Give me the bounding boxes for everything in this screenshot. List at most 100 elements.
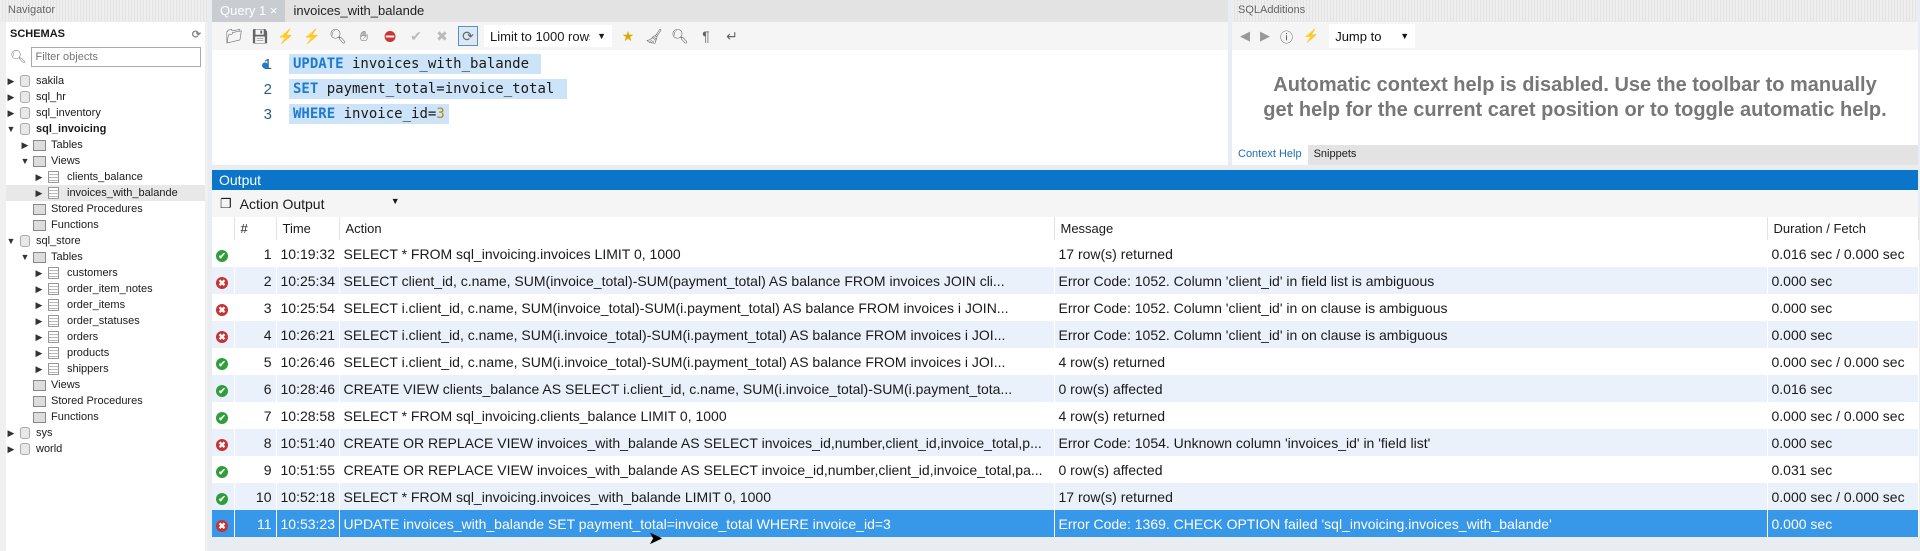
- table-row[interactable]: ✔ 1 10:19:32 SELECT * FROM sql_invoicing.in…: [212, 240, 1919, 267]
- table-row[interactable]: ✖ 3 10:25:54 SELECT i.client_id, c.name, SU…: [212, 294, 1919, 321]
- tree-item[interactable]: ▶ sakila: [6, 73, 205, 89]
- commit-icon[interactable]: ✔: [406, 26, 426, 46]
- output-mode-select[interactable]: Action Output ▼: [240, 196, 400, 212]
- collapsed-arrow-icon[interactable]: ▶: [6, 108, 16, 119]
- tree-item[interactable]: Functions: [6, 217, 205, 233]
- copy-icon[interactable]: ❐: [220, 196, 232, 212]
- find-icon[interactable]: 🔍︎: [670, 26, 690, 46]
- tree-item[interactable]: ▶ shippers: [6, 361, 205, 377]
- back-icon[interactable]: ◀: [1240, 28, 1250, 44]
- filter-objects-input[interactable]: [30, 47, 201, 67]
- tree-item[interactable]: ▶ sql_hr: [6, 89, 205, 105]
- table-row[interactable]: ✖ 11 10:53:23 UPDATE invoices_with_balande …: [212, 510, 1919, 537]
- collapsed-arrow-icon[interactable]: ▶: [34, 300, 44, 311]
- code-line[interactable]: WHERE invoice_id=3: [289, 104, 449, 124]
- toggle-error-stop-icon[interactable]: ⛔︎: [380, 26, 400, 46]
- tree-item[interactable]: ▶ sys: [6, 425, 205, 441]
- tree-item[interactable]: ▶ order_items: [6, 297, 205, 313]
- collapsed-arrow-icon[interactable]: ▶: [34, 348, 44, 359]
- expanded-arrow-icon[interactable]: ▼: [6, 124, 16, 134]
- tree-item[interactable]: Stored Procedures: [6, 393, 205, 409]
- tree-item[interactable]: ▶ customers: [6, 265, 205, 281]
- tab-query-1[interactable]: Query 1 ×: [212, 0, 286, 22]
- limit-rows-select[interactable]: Limit to 1000 rows ▼: [484, 25, 612, 47]
- close-tab-icon[interactable]: ×: [270, 3, 278, 18]
- execute-current-icon[interactable]: ⚡: [302, 26, 322, 46]
- stop-icon[interactable]: ✋︎: [354, 26, 374, 46]
- wrap-lines-icon[interactable]: ↵: [722, 26, 742, 46]
- explain-icon[interactable]: 🔍︎: [328, 26, 348, 46]
- open-folder-icon[interactable]: 📁︎: [224, 26, 244, 46]
- code-line[interactable]: SET payment_total=invoice_total: [289, 79, 567, 99]
- column-header[interactable]: Time: [276, 217, 340, 240]
- tree-item[interactable]: ▶ clients_balance: [6, 169, 205, 185]
- table-icon: [48, 315, 59, 327]
- collapsed-arrow-icon[interactable]: ▶: [6, 92, 16, 103]
- output-title: Output: [212, 170, 1918, 190]
- tree-item[interactable]: Stored Procedures: [6, 201, 205, 217]
- save-icon[interactable]: 💾︎: [250, 26, 270, 46]
- editor-toolbar: 📁︎ 💾︎ ⚡ ⚡ 🔍︎ ✋︎ ⛔︎ ✔ ✖ ⟳ Limit to 1000 r…: [212, 22, 1228, 50]
- table-icon: [48, 363, 59, 375]
- table-row[interactable]: ✖ 8 10:51:40 CREATE OR REPLACE VIEW invoice…: [212, 429, 1919, 456]
- manual-help-icon[interactable]: ⓘ: [1280, 27, 1293, 46]
- refresh-icon[interactable]: ⟳: [192, 28, 201, 41]
- tree-item[interactable]: ▶ world: [6, 441, 205, 457]
- table-row[interactable]: ✔ 10 10:52:18 SELECT * FROM sql_invoicing.i…: [212, 483, 1919, 510]
- tree-item[interactable]: ▶ orders: [6, 329, 205, 345]
- tree-item[interactable]: ▶ products: [6, 345, 205, 361]
- column-header[interactable]: [212, 217, 235, 240]
- execute-icon[interactable]: ⚡: [276, 26, 296, 46]
- autocommit-icon[interactable]: ⟳: [458, 26, 478, 46]
- collapsed-arrow-icon[interactable]: ▶: [34, 284, 44, 295]
- beautify-icon[interactable]: 🧹︎: [644, 26, 664, 46]
- tab-invoices-with-balande[interactable]: invoices_with_balande: [285, 0, 432, 22]
- tree-item[interactable]: ▼ Views: [6, 153, 205, 169]
- expanded-arrow-icon[interactable]: ▼: [6, 236, 16, 246]
- collapsed-arrow-icon[interactable]: ▶: [34, 268, 44, 279]
- collapsed-arrow-icon[interactable]: ▶: [6, 76, 16, 87]
- collapsed-arrow-icon[interactable]: ▶: [6, 444, 16, 455]
- bookmark-star-icon[interactable]: ★: [618, 26, 638, 46]
- status-cell: ✔: [212, 483, 235, 510]
- tree-item[interactable]: ▶ invoices_with_balande: [6, 185, 205, 201]
- column-header[interactable]: Duration / Fetch: [1767, 217, 1919, 240]
- column-header[interactable]: Message: [1054, 217, 1768, 240]
- tab-context-help[interactable]: Context Help: [1232, 145, 1308, 165]
- column-header[interactable]: #: [234, 217, 277, 240]
- invisible-chars-icon[interactable]: ¶: [696, 26, 716, 46]
- sql-editor[interactable]: 1 ● UPDATE invoices_with_balande 2 SET paym…: [212, 50, 1228, 165]
- table-row[interactable]: ✔ 5 10:26:46 SELECT i.client_id, c.name, SU…: [212, 348, 1919, 375]
- rollback-icon[interactable]: ✖: [432, 26, 452, 46]
- collapsed-arrow-icon[interactable]: ▶: [20, 140, 30, 151]
- collapsed-arrow-icon[interactable]: ▶: [34, 172, 44, 183]
- tree-item[interactable]: ▼ sql_invoicing: [6, 121, 205, 137]
- tree-item[interactable]: ▶ order_item_notes: [6, 281, 205, 297]
- tab-snippets[interactable]: Snippets: [1308, 145, 1363, 165]
- expanded-arrow-icon[interactable]: ▼: [20, 252, 30, 262]
- message-cell: 0 row(s) affected: [1054, 456, 1768, 483]
- tree-item[interactable]: ▼ Tables: [6, 249, 205, 265]
- tree-item[interactable]: Functions: [6, 409, 205, 425]
- collapsed-arrow-icon[interactable]: ▶: [6, 428, 16, 439]
- collapsed-arrow-icon[interactable]: ▶: [34, 332, 44, 343]
- tree-item[interactable]: ▼ sql_store: [6, 233, 205, 249]
- tree-item[interactable]: Views: [6, 377, 205, 393]
- collapsed-arrow-icon[interactable]: ▶: [34, 316, 44, 327]
- table-row[interactable]: ✔ 6 10:28:46 CREATE VIEW clients_balance AS…: [212, 375, 1919, 402]
- expanded-arrow-icon[interactable]: ▼: [20, 156, 30, 166]
- code-line[interactable]: UPDATE invoices_with_balande: [289, 54, 542, 74]
- tree-item[interactable]: ▶ order_statuses: [6, 313, 205, 329]
- table-row[interactable]: ✖ 2 10:25:34 SELECT client_id, c.name, SUM(…: [212, 267, 1919, 294]
- auto-help-icon[interactable]: ⚡: [1303, 28, 1319, 44]
- column-header[interactable]: Action: [339, 217, 1055, 240]
- table-row[interactable]: ✖ 4 10:26:21 SELECT i.client_id, c.name, SU…: [212, 321, 1919, 348]
- jump-to-select[interactable]: Jump to ▼: [1329, 24, 1416, 48]
- tree-item[interactable]: ▶ sql_inventory: [6, 105, 205, 121]
- collapsed-arrow-icon[interactable]: ▶: [34, 364, 44, 375]
- table-row[interactable]: ✔ 7 10:28:58 SELECT * FROM sql_invoicing.cl…: [212, 402, 1919, 429]
- tree-item[interactable]: ▶ Tables: [6, 137, 205, 153]
- table-row[interactable]: ✔ 9 10:51:55 CREATE OR REPLACE VIEW invoice…: [212, 456, 1919, 483]
- forward-icon[interactable]: ▶: [1260, 28, 1270, 44]
- collapsed-arrow-icon[interactable]: ▶: [34, 188, 44, 199]
